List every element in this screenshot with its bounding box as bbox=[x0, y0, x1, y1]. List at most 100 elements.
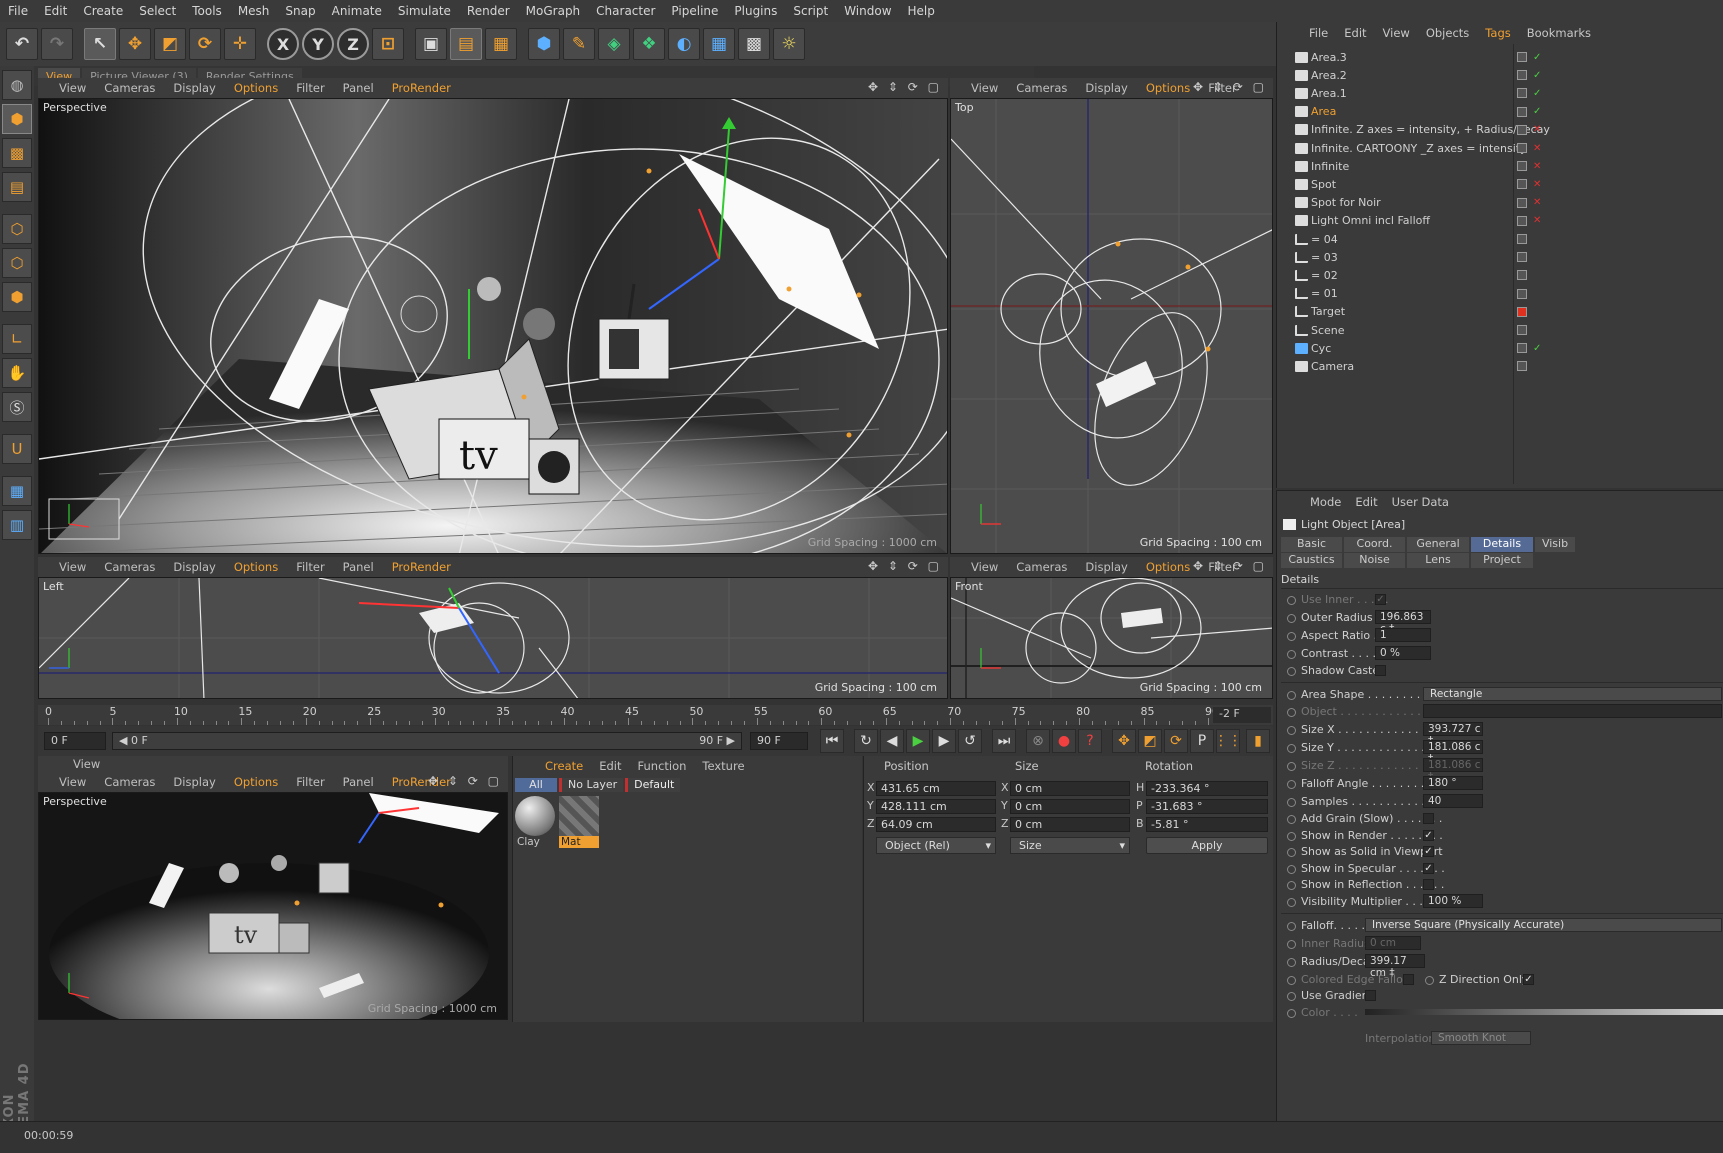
radio-icon[interactable] bbox=[1425, 976, 1434, 985]
enabled-icon[interactable]: ✓ bbox=[1533, 88, 1541, 99]
viewport-menu-display[interactable]: Display bbox=[1076, 81, 1136, 95]
radio-icon[interactable] bbox=[1287, 614, 1296, 623]
layer-swatch-icon[interactable] bbox=[1517, 52, 1527, 62]
record-icon[interactable]: ● bbox=[1052, 729, 1076, 753]
menu-pipeline[interactable]: Pipeline bbox=[663, 4, 726, 18]
radio-icon[interactable] bbox=[1287, 865, 1296, 874]
radio-icon[interactable] bbox=[1287, 780, 1296, 789]
menu-edit[interactable]: Edit bbox=[36, 4, 75, 18]
render-settings-icon[interactable]: ▦ bbox=[485, 28, 517, 60]
radio-icon[interactable] bbox=[1287, 881, 1296, 890]
attr-menu-user-data[interactable]: User Data bbox=[1385, 495, 1456, 509]
interpolation-dropdown[interactable]: Smooth Knot bbox=[1431, 1031, 1531, 1045]
viewport-menu-filter[interactable]: Filter bbox=[287, 775, 333, 789]
layer-swatch-icon[interactable] bbox=[1517, 252, 1527, 263]
render-view-icon[interactable]: ▣ bbox=[415, 28, 447, 60]
viewport-menu-view[interactable]: View bbox=[50, 560, 95, 574]
visibility-multiplier-field[interactable]: 100 % bbox=[1423, 894, 1483, 908]
object-row[interactable]: Camera bbox=[1277, 357, 1723, 375]
model-mode-icon[interactable]: ⬢ bbox=[2, 104, 32, 134]
show-solid-checkbox[interactable]: ✓ bbox=[1423, 846, 1434, 857]
layer-swatch-icon[interactable] bbox=[1517, 106, 1527, 117]
front-viewport[interactable]: Front Grid Spacing : 100 cm bbox=[950, 577, 1273, 699]
top-viewport[interactable]: Top Grid Spacing : 100 cm bbox=[950, 98, 1273, 554]
material-menu-create[interactable]: Create bbox=[537, 759, 591, 773]
key-rotation-icon[interactable]: ⟳ bbox=[1164, 729, 1188, 753]
object-row[interactable]: Spot for Noir ✕ bbox=[1277, 194, 1723, 212]
colored-edge-checkbox[interactable] bbox=[1403, 974, 1414, 985]
falloff-dropdown[interactable]: Inverse Square (Physically Accurate) bbox=[1365, 918, 1722, 932]
apply-button[interactable]: Apply bbox=[1146, 837, 1268, 854]
inner-radius-field[interactable]: 0 cm bbox=[1365, 936, 1421, 950]
material-menu-edit[interactable]: Edit bbox=[591, 759, 629, 773]
viewport-menu-display[interactable]: Display bbox=[164, 81, 224, 95]
tab-details[interactable]: Details bbox=[1471, 537, 1533, 552]
radio-icon[interactable] bbox=[1287, 708, 1296, 717]
show-specular-checkbox[interactable]: ✓ bbox=[1423, 863, 1434, 874]
layer-swatch-icon[interactable] bbox=[1517, 361, 1527, 372]
disabled-icon[interactable]: ✕ bbox=[1533, 124, 1541, 135]
menu-file[interactable]: File bbox=[0, 4, 36, 18]
timeline-ruler[interactable]: 0 5 10 15 20 25 30 35 40 45 50 55 60 65 70 75 80 85 90 bbox=[38, 705, 1273, 725]
menu-select[interactable]: Select bbox=[131, 4, 184, 18]
radio-icon[interactable] bbox=[1287, 762, 1296, 771]
object-row[interactable]: = 04 bbox=[1277, 230, 1723, 248]
object-row[interactable]: Infinite ✕ bbox=[1277, 157, 1723, 175]
go-to-end-icon[interactable]: ⏭ bbox=[992, 729, 1016, 753]
next-frame-icon[interactable]: ▶ bbox=[932, 729, 956, 753]
layer-swatch-icon[interactable] bbox=[1517, 343, 1527, 354]
object-menu-objects[interactable]: Objects bbox=[1418, 26, 1477, 40]
object-row[interactable]: = 03 bbox=[1277, 248, 1723, 266]
layer-swatch-icon[interactable] bbox=[1517, 215, 1527, 226]
workplane-lock-icon[interactable]: ▦ bbox=[2, 476, 32, 506]
material-menu-function[interactable]: Function bbox=[630, 759, 695, 773]
size-z-field[interactable]: 0 cm bbox=[1010, 817, 1130, 832]
object-row[interactable]: Scene bbox=[1277, 321, 1723, 339]
enabled-icon[interactable]: ✓ bbox=[1533, 343, 1541, 354]
use-inner-checkbox[interactable]: ✓ bbox=[1375, 594, 1386, 605]
loop-icon[interactable]: ↻ bbox=[854, 729, 878, 753]
object-row[interactable]: Light Omni incl Falloff ✕ bbox=[1277, 212, 1723, 230]
help-keyframe-icon[interactable]: ? bbox=[1078, 729, 1102, 753]
viewport-menu-cameras[interactable]: Cameras bbox=[1007, 81, 1076, 95]
tab-basic[interactable]: Basic bbox=[1281, 537, 1342, 552]
prev-frame-icon[interactable]: ◀ bbox=[880, 729, 904, 753]
layer-swatch-icon[interactable] bbox=[1517, 288, 1527, 299]
x-axis-lock-button[interactable]: X bbox=[267, 28, 299, 60]
deformer-icon[interactable]: ◐ bbox=[668, 28, 700, 60]
viewport-menu-display[interactable]: Display bbox=[1076, 560, 1136, 574]
rotation-p-field[interactable]: -31.683 ° bbox=[1146, 799, 1268, 814]
tweak-mode-icon[interactable]: ✋ bbox=[2, 358, 32, 388]
cube-icon[interactable]: ⬢ bbox=[528, 28, 560, 60]
subdivision-surface-icon[interactable]: ◈ bbox=[598, 28, 630, 60]
object-menu-file[interactable]: File bbox=[1301, 26, 1336, 40]
layer-swatch-icon[interactable] bbox=[1517, 234, 1527, 244]
play-icon[interactable]: ▶ bbox=[906, 729, 930, 753]
key-parameter-icon[interactable]: P bbox=[1190, 729, 1214, 753]
z-axis-lock-button[interactable]: Z bbox=[337, 28, 369, 60]
viewport-menu-cameras[interactable]: Cameras bbox=[1007, 560, 1076, 574]
size-mode-dropdown[interactable]: Size ▾ bbox=[1010, 837, 1130, 854]
menu-tools[interactable]: Tools bbox=[184, 4, 230, 18]
coordinate-system-icon[interactable]: ⊡ bbox=[372, 28, 404, 60]
layer-none-button[interactable]: No Layer bbox=[559, 778, 624, 792]
object-row[interactable]: = 02 bbox=[1277, 266, 1723, 284]
radio-icon[interactable] bbox=[1287, 726, 1296, 735]
viewport-menu-view[interactable]: View bbox=[962, 560, 1007, 574]
attr-menu-edit[interactable]: Edit bbox=[1348, 495, 1384, 509]
object-row[interactable]: Area.2 ✓ bbox=[1277, 66, 1723, 84]
menu-snap[interactable]: Snap bbox=[277, 4, 323, 18]
menu-mesh[interactable]: Mesh bbox=[230, 4, 278, 18]
select-tool-icon[interactable]: ↖ bbox=[84, 28, 116, 60]
shadow-caster-checkbox[interactable] bbox=[1375, 665, 1386, 676]
disabled-icon[interactable]: ✕ bbox=[1533, 161, 1541, 172]
menu-plugins[interactable]: Plugins bbox=[726, 4, 785, 18]
object-menu-tags[interactable]: Tags bbox=[1477, 26, 1518, 40]
layer-swatch-icon[interactable] bbox=[1517, 143, 1527, 153]
material-menu-texture[interactable]: Texture bbox=[694, 759, 752, 773]
record-off-icon[interactable]: ⊗ bbox=[1026, 729, 1050, 753]
show-in-render-checkbox[interactable]: ✓ bbox=[1423, 830, 1434, 841]
area-shape-dropdown[interactable]: Rectangle bbox=[1423, 687, 1722, 701]
object-row[interactable]: Infinite. Z axes = intensity, + Radius/d… bbox=[1277, 121, 1723, 139]
tab-noise[interactable]: Noise bbox=[1344, 553, 1405, 568]
